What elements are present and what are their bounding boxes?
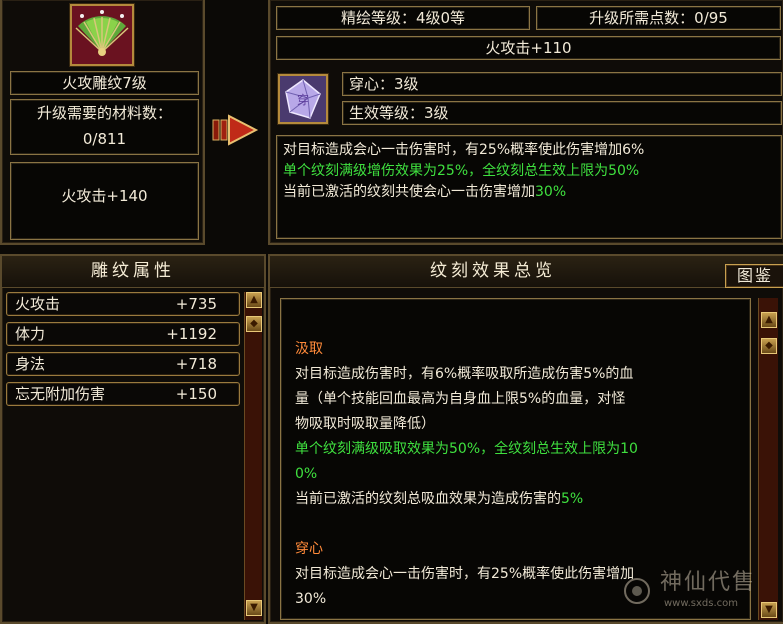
stat-value: +735 <box>175 295 217 313</box>
attribute-scrollbar[interactable]: ▲ ◆ ▼ <box>244 292 262 620</box>
entry-line: 0% <box>295 466 318 482</box>
overview-panel: 纹刻效果总览 图鉴 汲取 对目标造成伤害时，有6%概率吸取所造成伤害5%的血 量… <box>268 254 783 624</box>
desc-line-3-value: 30% <box>535 184 567 200</box>
item-effect-box: 火攻击+140 <box>10 162 199 240</box>
upgrade-points: 升级所需点数：0/95 <box>536 6 781 30</box>
left-top-panel: 火攻雕纹7级 升级需要的材料数： 0/811 火攻击+140 <box>0 0 205 245</box>
stat-row: 火攻击 +735 <box>6 292 240 316</box>
watermark-logo-icon <box>624 578 650 604</box>
entry-title: 穿心 <box>295 541 323 557</box>
entry-spacer <box>295 512 740 537</box>
item-effect: 火攻击+140 <box>61 187 148 205</box>
material-box: 升级需要的材料数： 0/811 <box>10 99 199 155</box>
entry-title: 汲取 <box>295 341 323 357</box>
desc-line-1: 对目标造成会心一击伤害时，有25%概率使此伤害增加6% <box>283 142 645 158</box>
scroll-thumb[interactable]: ◆ <box>246 316 262 332</box>
attribute-panel-title: 雕纹属性 <box>2 256 264 288</box>
material-label: 升级需要的材料数： <box>36 104 172 122</box>
scroll-up-button[interactable]: ▲ <box>246 292 262 308</box>
stat-name: 火攻击 <box>15 295 61 313</box>
skill-icon-frame[interactable]: 穿 <box>278 74 328 124</box>
entry-line: 物吸取时吸取量降低） <box>295 416 435 432</box>
stat-name: 身法 <box>15 355 46 373</box>
watermark-title: 神仙代售 <box>660 570 757 595</box>
skill-description: 对目标造成会心一击伤害时，有25%概率使此伤害增加6% 单个纹刻满级增伤效果为2… <box>276 135 782 239</box>
overview-panel-title: 纹刻效果总览 <box>270 256 716 288</box>
entry-active-prefix: 当前已激活的纹刻总吸血效果为造成伤害的 <box>295 491 561 507</box>
stat-name: 体力 <box>15 325 46 343</box>
entry-line: 量（单个技能回血最高为自身血上限5%的血量，对怪 <box>295 391 626 407</box>
item-icon-frame[interactable] <box>70 4 134 66</box>
stat-row: 身法 +718 <box>6 352 240 376</box>
attribute-panel: 雕纹属性 火攻击 +735 体力 +1192 身法 +718 忘无附加伤害 +1… <box>0 254 266 624</box>
material-value: 0/811 <box>82 130 127 148</box>
right-top-panel: 精绘等级：4级0等 升级所需点数：0/95 火攻击+110 穿 穿心：3级 生效… <box>268 0 783 245</box>
desc-line-3-prefix: 当前已激活的纹刻共使会心一击伤害增加 <box>283 184 535 200</box>
svg-text:穿: 穿 <box>297 92 309 107</box>
arrow-right-icon <box>212 114 259 146</box>
entry-line: 单个纹刻满级吸取效果为50%，全纹刻总生效上限为10 <box>295 441 638 457</box>
stat-row: 体力 +1192 <box>6 322 240 346</box>
stat-value: +718 <box>175 355 217 373</box>
refine-level: 精绘等级：4级0等 <box>276 6 530 30</box>
effective-level: 生效等级：3级 <box>342 101 782 125</box>
watermark-url: www.sxds.com <box>664 598 739 609</box>
item-name: 火攻雕纹7级 <box>10 71 199 95</box>
entry-active-line: 当前已激活的纹刻总吸血效果为造成伤害的5% <box>295 487 740 512</box>
fan-icon <box>72 6 132 64</box>
stat-value: +1192 <box>166 325 217 343</box>
scroll-down-button[interactable]: ▼ <box>246 600 262 616</box>
desc-line-3: 当前已激活的纹刻共使会心一击伤害增加30% <box>283 182 775 203</box>
crystal-icon: 穿 <box>280 76 326 122</box>
stat-value: +150 <box>175 385 217 403</box>
stat-row: 忘无附加伤害 +150 <box>6 382 240 406</box>
scroll-up-button[interactable]: ▲ <box>761 312 777 328</box>
watermark: 神仙代售 www.sxds.com <box>622 570 782 618</box>
tujian-button[interactable]: 图鉴 <box>725 264 783 288</box>
stat-name: 忘无附加伤害 <box>15 385 106 403</box>
entry-active-value: 5% <box>561 491 584 507</box>
skill-name: 穿心：3级 <box>342 72 782 96</box>
upgrade-effect: 火攻击+110 <box>276 36 781 60</box>
entry-line: 对目标造成伤害时，有6%概率吸取所造成伤害5%的血 <box>295 366 634 382</box>
desc-line-2: 单个纹刻满级增伤效果为25%，全纹刻总生效上限为50% <box>283 163 640 179</box>
scroll-thumb[interactable]: ◆ <box>761 338 777 354</box>
